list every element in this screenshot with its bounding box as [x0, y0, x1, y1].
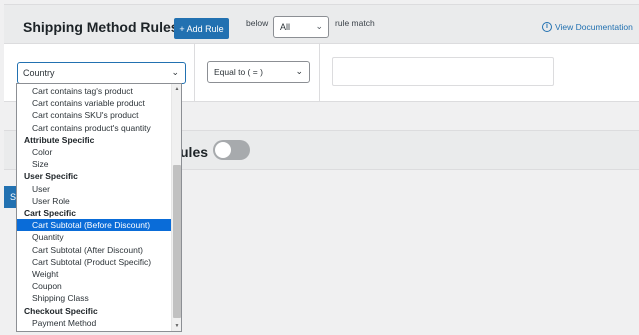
scroll-down-icon[interactable]: ▼	[172, 321, 181, 331]
toggle-knob	[215, 142, 231, 158]
enable-toggle[interactable]	[213, 140, 250, 160]
dropdown-option[interactable]: Cart contains variable product	[17, 97, 171, 109]
add-rule-button[interactable]: + Add Rule	[174, 18, 229, 39]
scroll-up-icon[interactable]: ▲	[172, 84, 181, 94]
dropdown-option[interactable]: Size	[17, 158, 171, 170]
rule-match-label: rule match	[335, 18, 375, 28]
dropdown-group-label: Attribute Specific	[24, 134, 95, 145]
info-icon: i	[542, 22, 552, 32]
chevron-down-icon: ⌄	[295, 66, 303, 76]
dropdown-option[interactable]: Cart contains tag's product	[17, 85, 171, 97]
dropdown-option[interactable]: User	[17, 183, 171, 195]
below-select-value: All	[280, 22, 291, 32]
dropdown-option[interactable]: Cart contains SKU's product	[17, 109, 171, 121]
scrollbar-thumb[interactable]	[173, 165, 181, 318]
dropdown-group-label: Cart Specific	[24, 208, 76, 218]
condition-type-dropdown[interactable]: Cart contains tag's product Cart contains…	[16, 83, 182, 332]
view-documentation-label: View Documentation	[555, 22, 633, 32]
rule-value-input[interactable]	[332, 57, 554, 86]
operator-value: Equal to ( = )	[214, 67, 263, 77]
dropdown-scrollbar[interactable]: ▲ ▼	[171, 84, 181, 331]
dropdown-option[interactable]: Quantity	[17, 231, 171, 243]
dropdown-option[interactable]: User Role	[17, 195, 171, 207]
operator-select[interactable]: Equal to ( = ) ⌄	[207, 61, 310, 83]
dropdown-option[interactable]: Coupon	[17, 280, 171, 292]
page-title: Shipping Method Rules	[23, 19, 179, 35]
dropdown-option[interactable]: Cart Subtotal (Before Discount)	[17, 219, 171, 232]
dropdown-option[interactable]: Color	[17, 146, 171, 158]
condition-type-value: Country	[23, 68, 55, 78]
dropdown-group-label: User Specific	[24, 171, 78, 182]
column-divider	[194, 44, 195, 102]
condition-type-select[interactable]: Country ⌄	[17, 62, 186, 84]
dropdown-option[interactable]: Shipping Class	[17, 292, 171, 304]
dropdown-option[interactable]: Cart Subtotal (After Discount)	[17, 244, 171, 256]
secondary-panel-title: ules	[180, 144, 209, 160]
dropdown-option[interactable]: Cart contains product's quantity	[17, 122, 171, 134]
below-label: below	[246, 18, 269, 28]
view-documentation-link[interactable]: i View Documentation	[542, 22, 633, 32]
column-divider	[319, 44, 320, 102]
dropdown-group-label: Checkout Specific	[24, 305, 98, 316]
dropdown-option[interactable]: Weight	[17, 268, 171, 280]
below-select[interactable]: All ⌄	[273, 16, 329, 38]
dropdown-option[interactable]: Payment Method	[17, 317, 171, 329]
chevron-down-icon: ⌄	[171, 67, 179, 77]
chevron-down-icon: ⌄	[315, 21, 323, 31]
dropdown-option[interactable]: Cart Subtotal (Product Specific)	[17, 256, 171, 268]
rules-header-bar: Shipping Method Rules + Add Rule below A…	[4, 4, 639, 44]
